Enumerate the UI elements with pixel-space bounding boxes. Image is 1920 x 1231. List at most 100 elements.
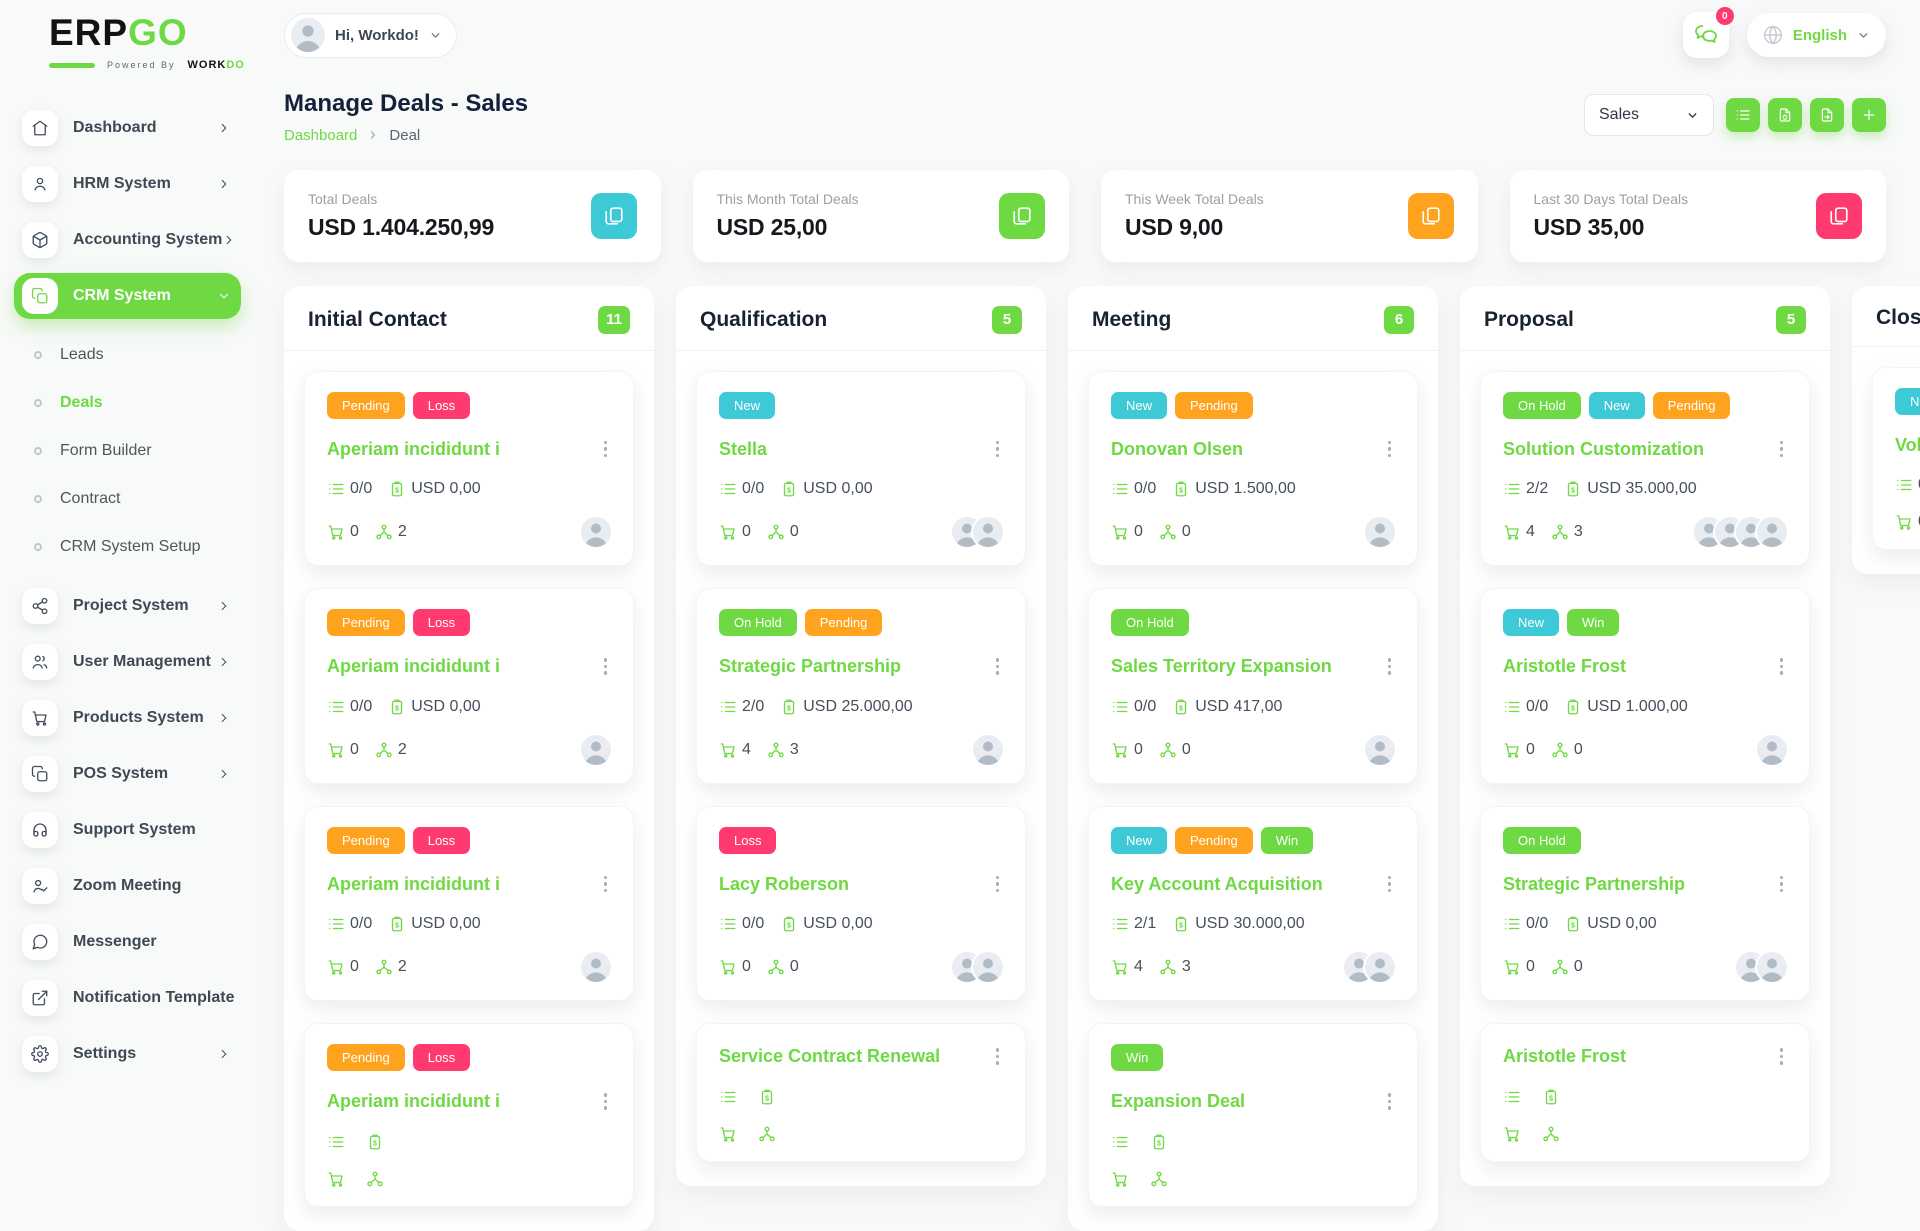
deal-card[interactable]: On HoldNewPending Solution Customization… [1480, 371, 1810, 567]
badge-row: On HoldPending [719, 609, 1003, 636]
sidebar-item-zoom-meeting[interactable]: Zoom Meeting [14, 863, 241, 909]
deal-title[interactable]: Aperiam incididunt i [327, 439, 500, 460]
sidebar-subitem-deals[interactable]: Deals [14, 383, 241, 423]
sidebar-subitem-leads[interactable]: Leads [14, 335, 241, 375]
deal-title[interactable]: Key Account Acquisition [1111, 874, 1323, 895]
assignee-avatars [1736, 952, 1787, 982]
card-menu-button[interactable] [600, 437, 612, 462]
deal-card[interactable]: NewPendingWin Key Account Acquisition 2/… [1088, 806, 1418, 1002]
deal-card[interactable]: PendingLoss Aperiam incididunt i 0/0 $US… [304, 806, 634, 1002]
deal-title[interactable]: Aperiam incididunt i [327, 1091, 500, 1112]
sidebar-item-dashboard[interactable]: Dashboard [14, 105, 241, 151]
network-icon [1551, 741, 1569, 759]
sidebar-item-crm-system[interactable]: CRM System [14, 273, 241, 319]
deal-card[interactable]: NewPending Donovan Olsen 0/0 $USD 1.500,… [1088, 371, 1418, 567]
sidebar-item-support-system[interactable]: Support System [14, 807, 241, 853]
sidebar-item-products-system[interactable]: Products System [14, 695, 241, 741]
card-menu-button[interactable] [1776, 872, 1788, 897]
network-icon [375, 958, 393, 976]
deal-title[interactable]: Stella [719, 439, 767, 460]
card-menu-button[interactable] [992, 872, 1004, 897]
deal-card[interactable]: Win Expansion Deal $ [1088, 1023, 1418, 1207]
deal-card[interactable]: Aristotle Frost $ [1480, 1023, 1810, 1162]
column-title: Qualification [700, 308, 827, 332]
import-button[interactable] [1768, 98, 1802, 132]
deal-title[interactable]: Service Contract Renewal [719, 1046, 940, 1067]
amount-stat: $ [366, 1133, 389, 1151]
deal-title[interactable]: Sales Territory Expansion [1111, 656, 1332, 677]
card-menu-button[interactable] [600, 1089, 612, 1114]
deal-title[interactable]: Voluptas [1895, 435, 1920, 456]
card-menu-button[interactable] [1776, 1044, 1788, 1069]
sidebar-subitem-form-builder[interactable]: Form Builder [14, 431, 241, 471]
deal-title[interactable]: Expansion Deal [1111, 1091, 1245, 1112]
assignee-avatar [1757, 735, 1787, 765]
deal-card[interactable]: New Voluptas 0/0 $ 0 [1872, 367, 1920, 551]
column-header: Proposal 5 [1460, 286, 1830, 351]
deal-title[interactable]: Strategic Partnership [1503, 874, 1685, 895]
pipeline-select[interactable]: Sales [1584, 94, 1714, 136]
amount-stat: $USD 0,00 [388, 480, 480, 498]
sidebar-item-notification-template[interactable]: Notification Template [14, 975, 241, 1021]
header-actions: Sales [1584, 90, 1886, 136]
status-badge: New [1111, 827, 1167, 854]
card-menu-button[interactable] [1776, 437, 1788, 462]
card-menu-button[interactable] [1384, 1089, 1396, 1114]
users-stat: 0 [1551, 741, 1583, 759]
card-menu-button[interactable] [1384, 872, 1396, 897]
sidebar-item-user-management[interactable]: User Management [14, 639, 241, 685]
deal-card[interactable]: On HoldPending Strategic Partnership 2/0… [696, 588, 1026, 784]
deal-card[interactable]: Service Contract Renewal $ [696, 1023, 1026, 1162]
page-title: Manage Deals - Sales [284, 90, 528, 119]
breadcrumb: Dashboard Deal [284, 127, 528, 144]
sidebar-subitem-contract[interactable]: Contract [14, 479, 241, 519]
messages-button[interactable]: 0 [1683, 12, 1729, 58]
card-menu-button[interactable] [600, 654, 612, 679]
card-menu-button[interactable] [1776, 654, 1788, 679]
breadcrumb-dashboard-link[interactable]: Dashboard [284, 127, 357, 144]
language-select[interactable]: English [1747, 13, 1886, 57]
deal-title[interactable]: Aperiam incididunt i [327, 874, 500, 895]
sidebar-item-hrm-system[interactable]: HRM System [14, 161, 241, 207]
deal-card[interactable]: NewWin Aristotle Frost 0/0 $USD 1.000,00… [1480, 588, 1810, 784]
sidebar-item-pos-system[interactable]: POS System [14, 751, 241, 797]
card-menu-button[interactable] [992, 654, 1004, 679]
deal-card[interactable]: PendingLoss Aperiam incididunt i 0/0 $US… [304, 371, 634, 567]
money-icon: $ [1150, 1133, 1168, 1151]
deal-title[interactable]: Aperiam incididunt i [327, 656, 500, 677]
deal-card[interactable]: Loss Lacy Roberson 0/0 $USD 0,00 0 0 [696, 806, 1026, 1002]
deal-card[interactable]: On Hold Strategic Partnership 0/0 $USD 0… [1480, 806, 1810, 1002]
list-view-button[interactable] [1726, 98, 1760, 132]
deal-title[interactable]: Donovan Olsen [1111, 439, 1243, 460]
add-deal-button[interactable] [1852, 98, 1886, 132]
user-menu[interactable]: Hi, Workdo! [284, 13, 457, 58]
sidebar-item-messenger[interactable]: Messenger [14, 919, 241, 965]
sidebar-item-accounting-system[interactable]: Accounting System [14, 217, 241, 263]
card-menu-button[interactable] [992, 1044, 1004, 1069]
deal-card[interactable]: PendingLoss Aperiam incididunt i $ [304, 1023, 634, 1207]
sidebar-item-project-system[interactable]: Project System [14, 583, 241, 629]
card-menu-button[interactable] [1384, 654, 1396, 679]
deal-card[interactable]: On Hold Sales Territory Expansion 0/0 $U… [1088, 588, 1418, 784]
deal-title[interactable]: Lacy Roberson [719, 874, 849, 895]
deal-title[interactable]: Aristotle Frost [1503, 1046, 1626, 1067]
list-icon [1111, 915, 1129, 933]
status-badge: Loss [413, 1044, 470, 1071]
export-button[interactable] [1810, 98, 1844, 132]
deal-title[interactable]: Aristotle Frost [1503, 656, 1626, 677]
status-badge: Win [1111, 1044, 1163, 1071]
card-menu-button[interactable] [600, 872, 612, 897]
column-count-badge: 5 [1776, 306, 1806, 334]
deal-card[interactable]: PendingLoss Aperiam incididunt i 0/0 $US… [304, 588, 634, 784]
app-logo[interactable]: ERPGO Powered By WORKDO [0, 14, 255, 71]
status-badge: Win [1261, 827, 1313, 854]
sidebar-subitem-crm-system-setup[interactable]: CRM System Setup [14, 527, 241, 567]
card-menu-button[interactable] [992, 437, 1004, 462]
card-menu-button[interactable] [1384, 437, 1396, 462]
amount-stat: $USD 30.000,00 [1172, 915, 1304, 933]
deal-card[interactable]: New Stella 0/0 $USD 0,00 0 0 [696, 371, 1026, 567]
deal-title[interactable]: Solution Customization [1503, 439, 1704, 460]
list-icon [1111, 480, 1129, 498]
sidebar-item-settings[interactable]: Settings [14, 1031, 241, 1077]
deal-title[interactable]: Strategic Partnership [719, 656, 901, 677]
